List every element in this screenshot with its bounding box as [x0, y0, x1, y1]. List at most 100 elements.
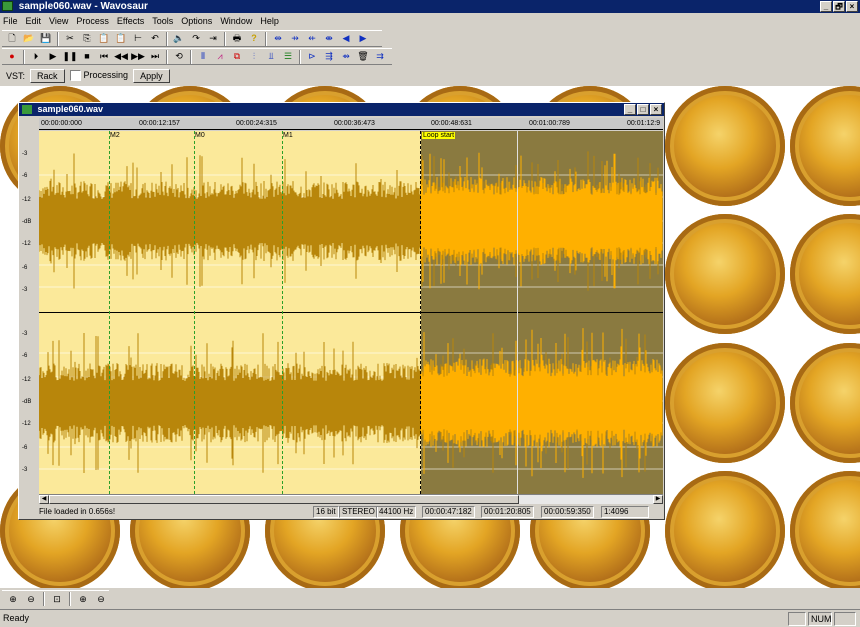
menu-view[interactable]: View [49, 16, 68, 26]
snap-left-icon[interactable]: ⇹ [270, 31, 286, 46]
ruler-label: 00:00:36:473 [334, 120, 375, 127]
db-label: -6 [22, 445, 28, 451]
zoom-full-icon[interactable]: ⊡ [49, 592, 65, 607]
scroll-thumb[interactable] [49, 495, 519, 504]
goto-start-icon[interactable]: ⏮ [96, 49, 112, 64]
undo-icon[interactable]: ↶ [147, 31, 163, 46]
scroll-right-button[interactable]: ▶ [653, 495, 663, 504]
coin-background-image [790, 471, 860, 588]
toolbar-separator [265, 31, 267, 46]
export-icon[interactable]: ⇉ [372, 49, 388, 64]
doc-minimize-button[interactable]: _ [624, 104, 636, 115]
waveform-icon[interactable]: ⩘ [212, 49, 228, 64]
redo-icon[interactable]: ↷ [188, 31, 204, 46]
menu-effects[interactable]: Effects [117, 16, 144, 26]
mute-icon[interactable]: 🔈 [171, 31, 187, 46]
crop-icon[interactable]: ⇥ [205, 31, 221, 46]
snap-marker-icon[interactable]: ⇼ [321, 31, 337, 46]
normalize-icon[interactable]: ⫫ [263, 49, 279, 64]
record-icon[interactable]: ● [4, 49, 20, 64]
zoom-out-icon[interactable]: ⊖ [23, 592, 39, 607]
spectrum-icon[interactable]: ⧉ [229, 49, 245, 64]
print-icon[interactable]: 🖶 [229, 31, 245, 46]
prev-icon[interactable]: ◀ [338, 31, 354, 46]
coin-background-image [665, 214, 785, 334]
processing-checkbox[interactable] [69, 70, 81, 82]
fade-icon[interactable]: ☰ [280, 49, 296, 64]
status-num: NUM [808, 612, 832, 626]
menu-help[interactable]: Help [260, 16, 279, 26]
menu-edit[interactable]: Edit [26, 16, 42, 26]
zoom-vert-out-icon[interactable]: ⊖ [93, 592, 109, 607]
waveform-view[interactable]: M2 M0 M1 Loop start [39, 131, 663, 494]
marker-label-m1: M1 [283, 132, 293, 139]
paste-mix-icon[interactable]: 📋 [113, 31, 129, 46]
db-label: -dB [22, 399, 32, 405]
cut-icon[interactable]: ✂ [62, 31, 78, 46]
status-zoom: 1:4096 [601, 506, 649, 518]
apply-button[interactable]: Apply [133, 68, 170, 83]
copy-icon[interactable]: ⎘ [79, 31, 95, 46]
minimize-button[interactable]: _ [820, 1, 832, 12]
goto-end-icon[interactable]: ⏭ [147, 49, 163, 64]
marker-m0[interactable] [194, 131, 195, 494]
rewind-icon[interactable]: ◀◀ [113, 49, 129, 64]
menu-options[interactable]: Options [181, 16, 212, 26]
restore-button[interactable]: 🗗 [833, 1, 845, 12]
rack-button[interactable]: Rack [30, 68, 65, 83]
menu-window[interactable]: Window [220, 16, 252, 26]
marker-m2[interactable] [109, 131, 110, 494]
close-button[interactable]: × [846, 1, 858, 12]
db-label: -12 [22, 421, 31, 427]
insert-icon[interactable]: ⇶ [321, 49, 337, 64]
db-scale: -3 -6 -12 -dB -12 -6 -3 -3 -6 -12 -dB -1… [19, 131, 39, 494]
coin-background-image [665, 86, 785, 206]
snap-right-icon[interactable]: ⇷ [304, 31, 320, 46]
db-label: -3 [22, 331, 28, 337]
mix-icon[interactable]: ⫴ [195, 49, 211, 64]
menu-file[interactable]: File [3, 16, 18, 26]
stop-icon[interactable]: ■ [79, 49, 95, 64]
processing-checkbox-wrap[interactable]: Processing [69, 70, 128, 82]
time-ruler[interactable]: 00:00:00:000 00:00:12:157 00:00:24:315 0… [39, 118, 663, 130]
zoom-toolbar: ⊕ ⊖ ⊡ ⊕ ⊖ [2, 590, 109, 607]
horizontal-scrollbar[interactable]: ◀ ▶ [39, 494, 663, 504]
status-message: File loaded in 0.656s! [39, 507, 116, 516]
paste-icon[interactable]: 📋 [96, 31, 112, 46]
loop-start-marker[interactable] [420, 131, 421, 494]
save-icon[interactable]: 💾 [38, 31, 54, 46]
zoom-in-icon[interactable]: ⊕ [5, 592, 21, 607]
fast-forward-icon[interactable]: ▶▶ [130, 49, 146, 64]
help-icon[interactable]: ? [246, 31, 262, 46]
next-icon[interactable]: ▶ [355, 31, 371, 46]
scroll-left-button[interactable]: ◀ [39, 495, 49, 504]
play-icon[interactable]: ▶ [45, 49, 61, 64]
delete-icon[interactable]: 🗑 [355, 49, 371, 64]
db-label: -3 [22, 287, 28, 293]
zoom-vert-in-icon[interactable]: ⊕ [75, 592, 91, 607]
vst-label: VST: [6, 70, 26, 81]
status-rate: 44100 Hz [376, 506, 417, 518]
ruler-label: 00:01:12:9 [627, 120, 661, 127]
effect-icon[interactable]: ⫶ [246, 49, 262, 64]
play-from-start-icon[interactable]: ⏵ [28, 49, 44, 64]
marker-add-icon[interactable]: ⇴ [338, 49, 354, 64]
doc-close-button[interactable]: × [650, 104, 662, 115]
pause-icon[interactable]: ❚❚ [62, 49, 78, 64]
new-icon[interactable]: 🗋 [4, 31, 20, 46]
document-title-bar[interactable]: sample060.wav _ □ × [19, 103, 664, 116]
open-icon[interactable]: 📂 [21, 31, 37, 46]
doc-maximize-button[interactable]: □ [637, 104, 649, 115]
playback-cursor[interactable] [517, 131, 518, 494]
loop-icon[interactable]: ⟲ [171, 49, 187, 64]
menu-tools[interactable]: Tools [152, 16, 173, 26]
waveform-loop-path [420, 152, 663, 290]
marker-icon[interactable]: ⊳ [304, 49, 320, 64]
toolbar-separator [166, 31, 168, 46]
db-label: -12 [22, 377, 31, 383]
snap-icon[interactable]: ⇸ [287, 31, 303, 46]
marker-m1[interactable] [282, 131, 283, 494]
db-label: -12 [22, 241, 31, 247]
trim-icon[interactable]: ⊢ [130, 31, 146, 46]
menu-process[interactable]: Process [76, 16, 109, 26]
